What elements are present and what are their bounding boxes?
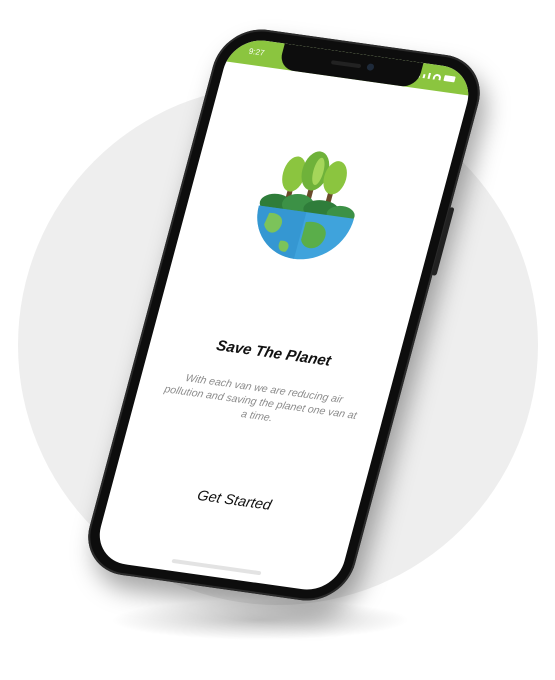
front-camera xyxy=(366,63,375,72)
home-indicator xyxy=(171,558,262,576)
status-icons xyxy=(417,71,456,83)
wifi-icon xyxy=(432,73,442,81)
earth-trees-icon xyxy=(230,139,385,277)
device-mockup: 9:27 Save The Planet With each van we ar… xyxy=(0,0,555,680)
signal-icon xyxy=(422,74,426,79)
page-description: With each van we are reducing air pollut… xyxy=(162,372,359,425)
get-started-button[interactable]: Get Started xyxy=(110,476,358,526)
battery-icon xyxy=(443,75,456,83)
earth-trees-illustration xyxy=(257,151,355,260)
signal-icon xyxy=(427,72,432,79)
phone-frame: 9:27 Save The Planet With each van we ar… xyxy=(78,23,490,607)
speaker-grille xyxy=(330,60,362,69)
status-time: 9:27 xyxy=(247,46,266,58)
